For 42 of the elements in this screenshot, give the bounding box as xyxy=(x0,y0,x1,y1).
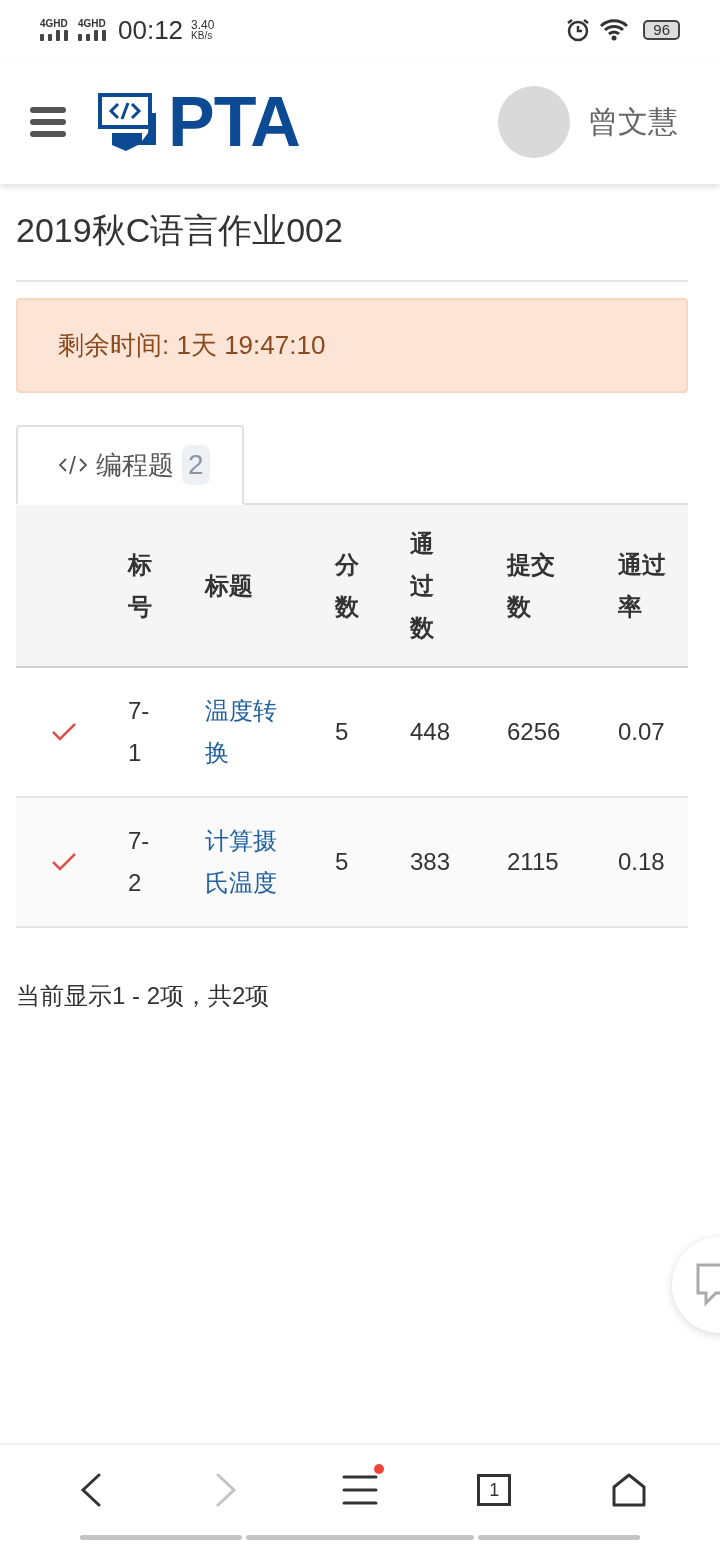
wifi-icon xyxy=(599,18,630,42)
table-cell-text: 7-1 xyxy=(127,696,151,768)
table-cell-text: 448 xyxy=(409,717,452,747)
column-header: 通过率 xyxy=(617,549,667,622)
table-cell-text: 7-2 xyxy=(127,826,151,898)
table-cell-text: 0.07 xyxy=(617,717,666,747)
column-header: 标题 xyxy=(203,570,254,601)
problem-link[interactable]: 计算摄氏温度 xyxy=(189,820,285,904)
column-header: 分数 xyxy=(333,549,360,622)
table-cell-text: 6256 xyxy=(506,717,562,747)
tab[interactable]: 编程题 2 xyxy=(16,425,244,505)
pagination-info: 当前显示1 - 2项，共2项 xyxy=(16,981,271,1011)
table-cell-text: 5 xyxy=(334,717,350,747)
table-cell-text: 0.18 xyxy=(617,847,666,877)
tab-label: 编程题 xyxy=(96,448,174,482)
network-speed: 3.40 xyxy=(191,19,215,31)
signal-icon xyxy=(40,29,70,41)
column-header: 提交数 xyxy=(505,549,556,622)
clock-time: 00:12 xyxy=(118,14,184,46)
table-cell-text: 5 xyxy=(334,847,350,877)
countdown-alert: 剩余时间: 1天 19:47:10 xyxy=(16,298,688,393)
problem-link[interactable]: 温度转换 xyxy=(189,690,285,774)
signal-icon xyxy=(78,29,108,41)
page-title: 2019秋C语言作业002 xyxy=(16,184,688,282)
table-cell-text: 383 xyxy=(409,847,452,877)
network-label: 4GHD xyxy=(40,19,68,29)
table-cell-text: 2115 xyxy=(506,847,560,877)
logo-text: PTA xyxy=(168,87,300,157)
code-icon xyxy=(58,453,88,477)
column-header: 通过数 xyxy=(408,528,435,643)
logo-icon xyxy=(98,93,158,151)
speed-unit: KB/s xyxy=(191,31,214,41)
tab-count: 1 xyxy=(477,1474,512,1506)
user-name[interactable]: 曾文慧 xyxy=(588,101,678,143)
count-badge: 2 xyxy=(182,445,210,485)
home-icon xyxy=(611,1473,646,1507)
column-header: 标号 xyxy=(126,549,153,622)
battery-level: 96 xyxy=(643,20,680,40)
menu-icon xyxy=(341,1475,378,1505)
network-label: 4GHD xyxy=(78,19,106,29)
menu-icon[interactable] xyxy=(30,107,66,137)
tabs-button[interactable]: 1 xyxy=(464,1460,525,1520)
